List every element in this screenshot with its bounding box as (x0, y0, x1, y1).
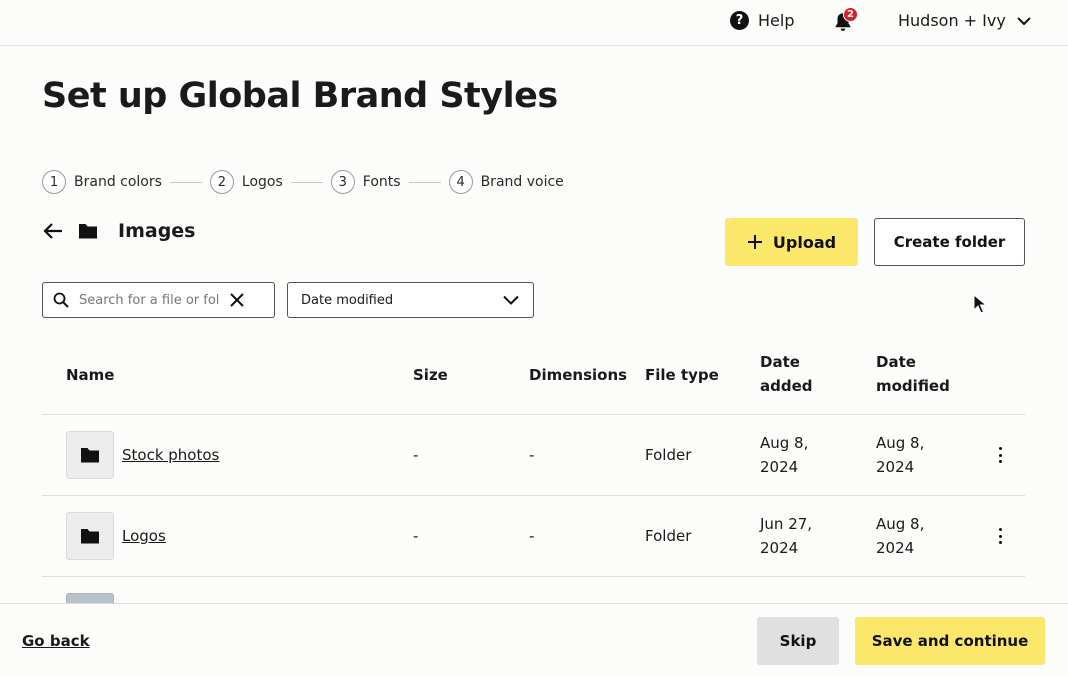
step-number: 4 (448, 170, 473, 194)
skip-button[interactable]: Skip (757, 617, 839, 665)
step-brand-voice[interactable]: 4 Brand voice (448, 170, 564, 194)
folder-thumbnail (66, 512, 114, 560)
go-back-link[interactable]: Go back (22, 632, 90, 650)
row-date-modified: Aug 8, 2024 (876, 512, 924, 560)
step-brand-colors[interactable]: 1 Brand colors (42, 170, 162, 194)
folder-title: Images (118, 220, 196, 242)
step-connector (290, 181, 323, 183)
row-date-modified-line1: Aug 8, (876, 515, 925, 533)
step-logos[interactable]: 2 Logos (209, 170, 283, 194)
clear-icon[interactable] (229, 292, 245, 308)
row-name-link[interactable]: Logos (122, 524, 166, 548)
column-size[interactable]: Size (413, 363, 448, 387)
row-date-added: Aug 8, 2024 (760, 431, 808, 479)
search-input[interactable]: Search for a file or fol (42, 282, 275, 318)
row-size: - (413, 527, 419, 545)
step-number: 3 (330, 170, 355, 194)
row-date-added-line1: Jun 27, (760, 515, 813, 533)
row-date-added-line2: 2024 (760, 539, 799, 557)
setup-stepper: 1 Brand colors 2 Logos 3 Fonts 4 Brand v… (42, 170, 564, 194)
mouse-cursor-icon (973, 294, 987, 314)
back-arrow-icon[interactable] (42, 220, 64, 242)
help-icon: ? (730, 11, 749, 30)
plus-icon (747, 235, 762, 249)
chevron-down-icon (1017, 16, 1031, 25)
row-date-modified-line2: 2024 (876, 458, 915, 476)
column-date-added[interactable]: Date added (760, 350, 813, 398)
top-bar: ? Help 2 Hudson + Ivy (0, 0, 1068, 46)
column-date-added-line1: Date (760, 353, 800, 371)
column-date-modified[interactable]: Date modified (876, 350, 950, 398)
table-row[interactable]: Stock photos - - Folder Aug 8, 2024 Aug … (42, 415, 1025, 496)
more-options-icon[interactable] (994, 526, 1006, 546)
column-name[interactable]: Name (66, 363, 114, 387)
row-date-added-line1: Aug 8, (760, 434, 809, 452)
step-connector (169, 181, 202, 183)
row-date-added-line2: 2024 (760, 458, 799, 476)
notification-badge: 2 (843, 7, 858, 22)
chevron-down-icon (503, 295, 519, 305)
step-number: 1 (42, 170, 66, 194)
upload-label: Upload (772, 232, 837, 252)
step-label: Logos (241, 174, 283, 190)
footer-bar: Go back Skip Save and continue (0, 603, 1068, 676)
create-folder-button[interactable]: Create folder (874, 218, 1025, 266)
row-dimensions: - (529, 527, 535, 545)
column-date-modified-line2: modified (876, 377, 950, 395)
search-placeholder: Search for a file or fol (79, 292, 219, 308)
save-and-continue-button[interactable]: Save and continue (855, 617, 1045, 665)
step-label: Fonts (362, 174, 401, 190)
step-label: Brand colors (74, 174, 162, 190)
row-file-type: Folder (645, 446, 692, 464)
account-name: Hudson + Ivy (898, 11, 1006, 30)
page-title: Set up Global Brand Styles (42, 76, 558, 116)
row-date-modified: Aug 8, 2024 (876, 431, 924, 479)
folder-icon (79, 224, 97, 239)
column-file-type[interactable]: File type (645, 363, 719, 387)
sort-value: Date modified (301, 292, 394, 308)
row-date-modified-line1: Aug 8, (876, 434, 925, 452)
column-date-added-line2: added (760, 377, 813, 395)
row-date-modified-line2: 2024 (876, 539, 915, 557)
folder-header: Images (42, 220, 195, 242)
step-connector (408, 181, 441, 183)
row-file-type: Folder (645, 527, 692, 545)
folder-icon (81, 448, 99, 463)
folder-thumbnail (66, 431, 114, 479)
table-header: Name Size Dimensions File type Date adde… (42, 340, 1025, 415)
help-link[interactable]: ? Help (730, 11, 794, 30)
search-icon (53, 292, 69, 308)
row-size: - (413, 446, 419, 464)
folder-icon (81, 529, 99, 544)
more-options-icon[interactable] (994, 445, 1006, 465)
step-fonts[interactable]: 3 Fonts (330, 170, 401, 194)
step-number: 2 (209, 170, 234, 194)
row-name-link[interactable]: Stock photos (122, 443, 219, 467)
column-dimensions[interactable]: Dimensions (529, 363, 627, 387)
column-date-modified-line1: Date (876, 353, 916, 371)
sort-select[interactable]: Date modified (287, 282, 534, 318)
step-label: Brand voice (480, 174, 564, 190)
table-row[interactable]: Logos - - Folder Jun 27, 2024 Aug 8, 202… (42, 496, 1025, 577)
upload-button[interactable]: Upload (725, 218, 858, 266)
account-menu[interactable]: Hudson + Ivy (898, 11, 1032, 30)
row-date-added: Jun 27, 2024 (760, 512, 812, 560)
row-dimensions: - (529, 446, 535, 464)
help-label: Help (758, 11, 795, 30)
